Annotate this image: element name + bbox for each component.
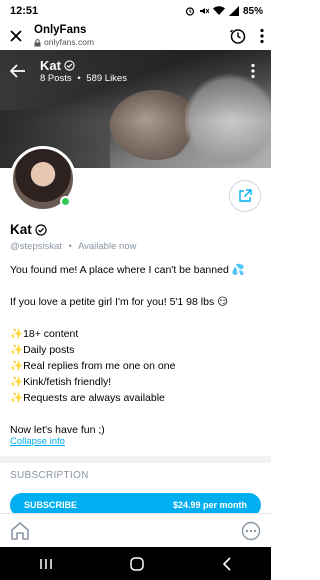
site-title: OnlyFans (34, 24, 87, 36)
status-icons: 85% (185, 6, 263, 17)
home-icon[interactable] (10, 521, 30, 540)
battery-percent: 85% (242, 5, 263, 17)
bio-line: You found me! A place where I can't be b… (10, 264, 245, 276)
section-divider (0, 456, 271, 463)
browser-actions (229, 27, 265, 45)
stats-separator: • (77, 72, 81, 84)
clock: 12:51 (10, 5, 39, 17)
browser-toolbar: OnlyFans onlyfans.com (0, 22, 271, 50)
arrow-left-icon (10, 64, 25, 78)
bio-line: If you love a petite girl I'm for you! 5… (10, 296, 229, 308)
posts-count: 8 Posts (40, 72, 72, 84)
signal-icon (228, 6, 239, 16)
subscribe-label: SUBSCRIBE (24, 500, 78, 510)
more-vert-icon[interactable] (259, 28, 265, 44)
bottom-tab-bar (0, 513, 271, 547)
bio-line: ✨Real replies from me one on one (10, 360, 176, 372)
header-stats: 8 Posts • 589 Likes (40, 73, 127, 85)
site-url: onlyfans.com (44, 37, 95, 47)
wifi-icon (212, 6, 225, 15)
verified-badge-icon (64, 59, 75, 71)
header-name: Kat (40, 57, 61, 73)
likes-count: 589 Likes (86, 72, 127, 84)
more-options-icon[interactable] (241, 521, 261, 541)
bio-line (10, 278, 265, 294)
site-url-row: onlyfans.com (34, 37, 229, 48)
subscription-section-title: SUBSCRIPTION (10, 470, 89, 481)
bio-line: ✨Daily posts (10, 344, 75, 356)
profile-name-row: Kat (10, 222, 265, 237)
bio-line: ✨Kink/fetish friendly! (10, 376, 112, 388)
profile-more-button[interactable] (243, 61, 263, 81)
lock-icon (34, 38, 41, 46)
online-indicator (60, 196, 71, 207)
recent-apps-icon[interactable] (39, 558, 53, 570)
bio-line (10, 406, 265, 422)
meta-separator: • (68, 241, 72, 252)
back-button[interactable] (8, 61, 28, 81)
alarm-icon (185, 7, 195, 16)
profile-meta: @stepsiskat • Available now (10, 241, 265, 252)
status-bar: 12:51 85% (0, 0, 271, 22)
profile-name: Kat (10, 222, 32, 237)
mute-icon (199, 8, 209, 14)
home-button-icon[interactable] (130, 556, 145, 571)
header-titles: Kat 8 Posts • 589 Likes (40, 58, 127, 85)
site-info[interactable]: OnlyFans onlyfans.com (34, 24, 229, 48)
bio-line: ✨Requests are always available (10, 392, 165, 404)
header-name-row: Kat (40, 58, 127, 73)
profile-info: Kat @stepsiskat • Available now (10, 222, 265, 252)
verified-badge-icon (35, 223, 47, 236)
bio: You found me! A place where I can't be b… (10, 262, 265, 438)
share-icon (239, 189, 252, 202)
back-nav-icon[interactable] (222, 556, 232, 571)
collapse-info-link[interactable]: Collapse info (10, 436, 65, 447)
close-button[interactable] (6, 26, 26, 46)
bio-line (10, 310, 265, 326)
bio-line: ✨18+ content (10, 328, 79, 340)
profile-handle: @stepsiskat (10, 241, 62, 252)
close-icon (10, 30, 22, 42)
share-button[interactable] (229, 180, 261, 212)
more-vert-icon (251, 63, 255, 79)
timer-icon[interactable] (229, 27, 247, 45)
system-navigation-bar (0, 547, 271, 580)
availability-status: Available now (77, 241, 137, 252)
profile-header-bar: Kat 8 Posts • 589 Likes (0, 56, 271, 86)
subscribe-price: $24.99 per month (172, 500, 247, 510)
